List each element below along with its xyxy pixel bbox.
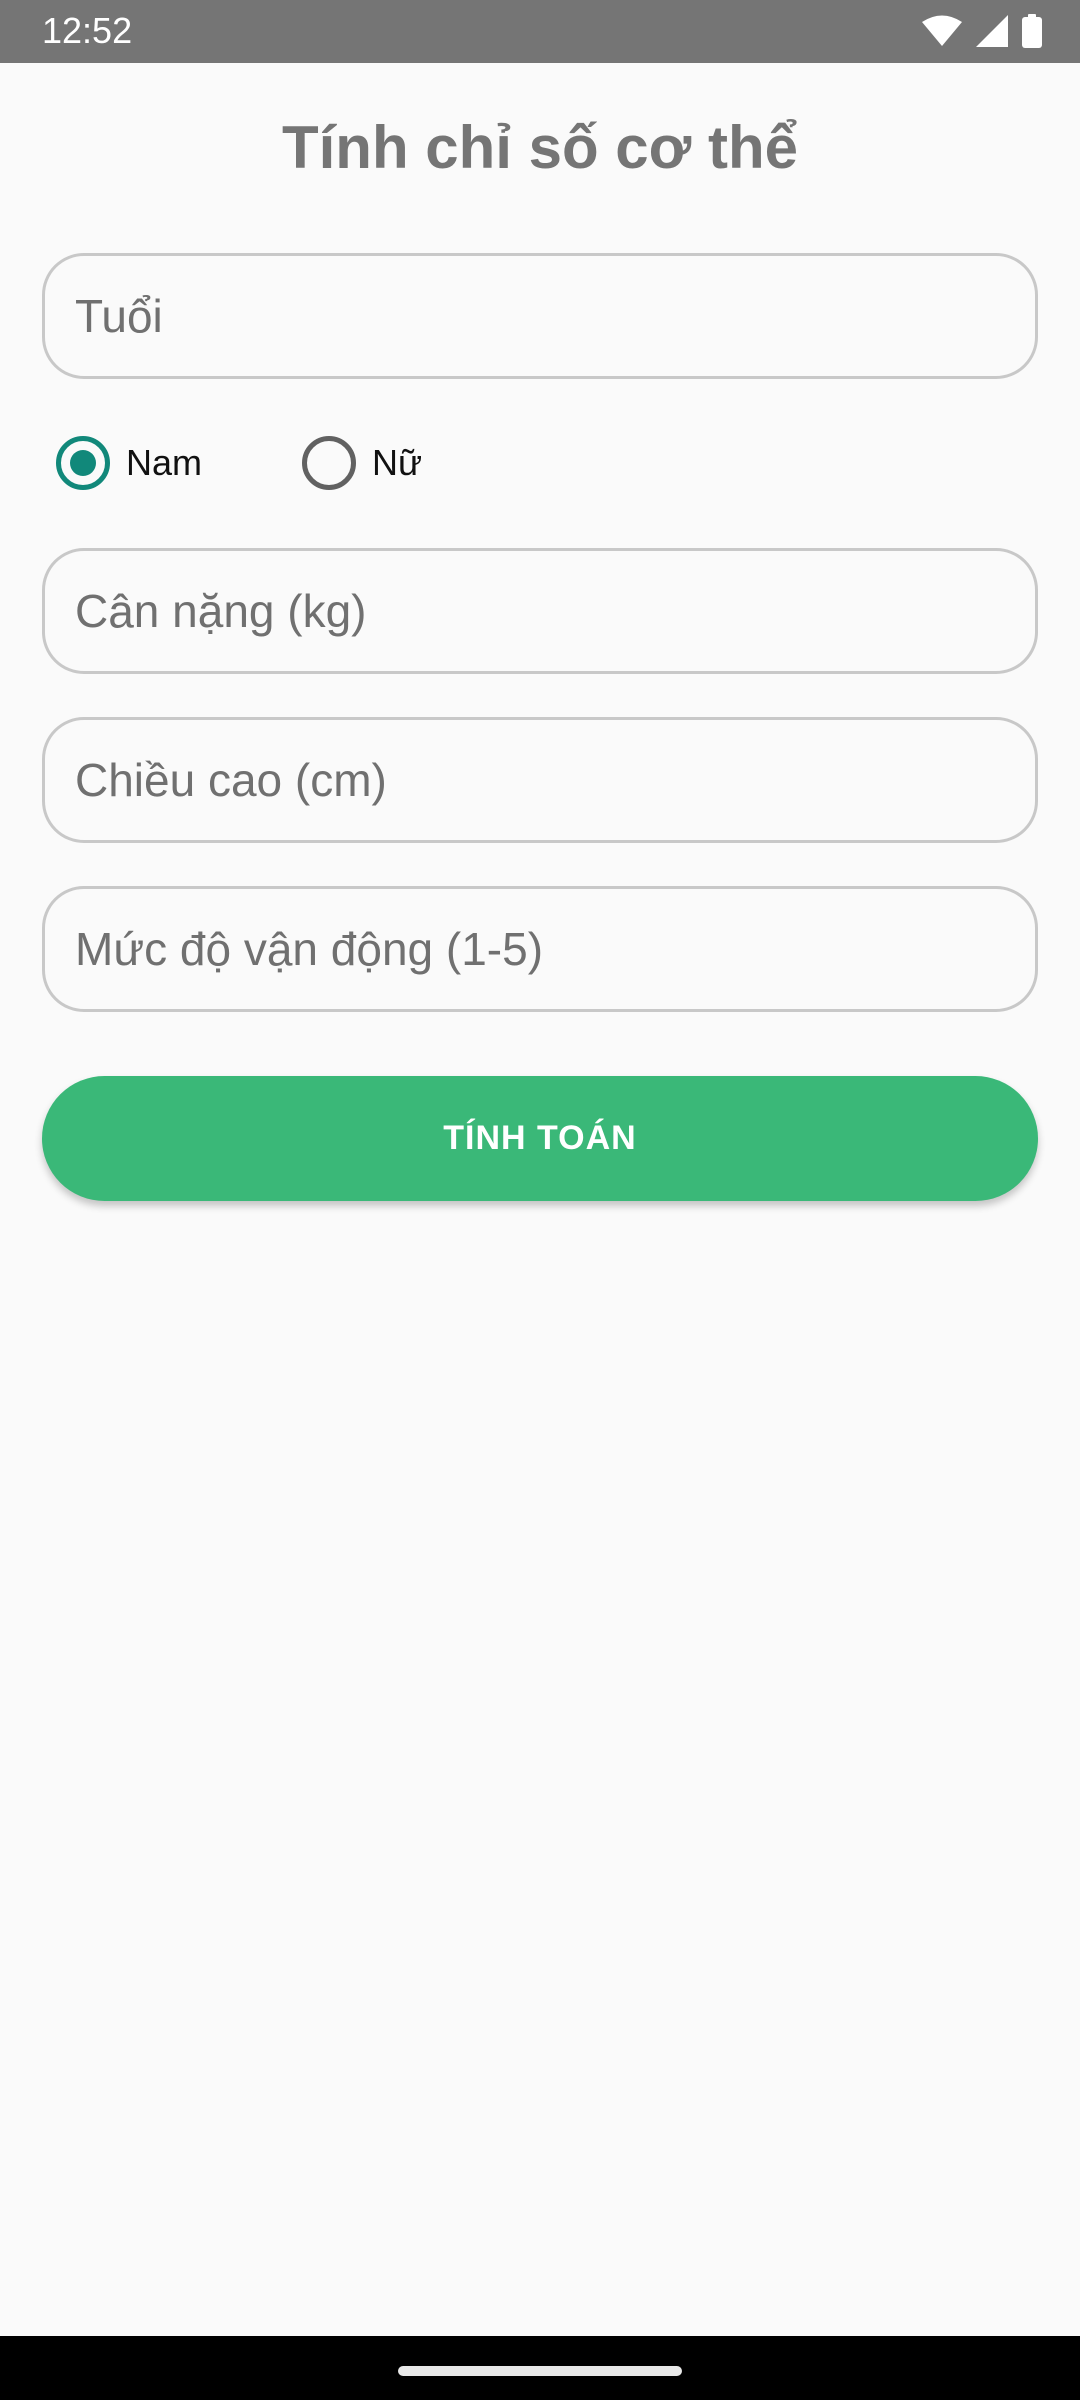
radio-male-label: Nam <box>126 442 203 483</box>
navigation-bar <box>0 2336 1080 2400</box>
radio-dot-icon <box>70 450 96 476</box>
status-time: 12:52 <box>42 10 133 51</box>
age-input[interactable] <box>42 253 1038 379</box>
home-indicator[interactable] <box>398 2366 682 2376</box>
radio-female[interactable]: Nữ <box>302 430 422 496</box>
signal-icon <box>976 15 1008 47</box>
status-icons <box>922 12 1042 50</box>
radio-selected-icon[interactable] <box>56 436 110 490</box>
height-input[interactable] <box>42 717 1038 843</box>
radio-female-label: Nữ <box>372 442 423 483</box>
radio-male[interactable]: Nam <box>56 430 202 496</box>
status-bar: 12:52 <box>0 0 1080 63</box>
activity-level-input[interactable] <box>42 886 1038 1012</box>
calculate-button[interactable]: TÍNH TOÁN <box>42 1076 1038 1201</box>
battery-icon <box>1022 14 1042 48</box>
page-title: Tính chỉ số cơ thể <box>281 114 799 181</box>
radio-unselected-icon[interactable] <box>302 436 356 490</box>
weight-input[interactable] <box>42 548 1038 674</box>
wifi-icon <box>922 15 962 47</box>
